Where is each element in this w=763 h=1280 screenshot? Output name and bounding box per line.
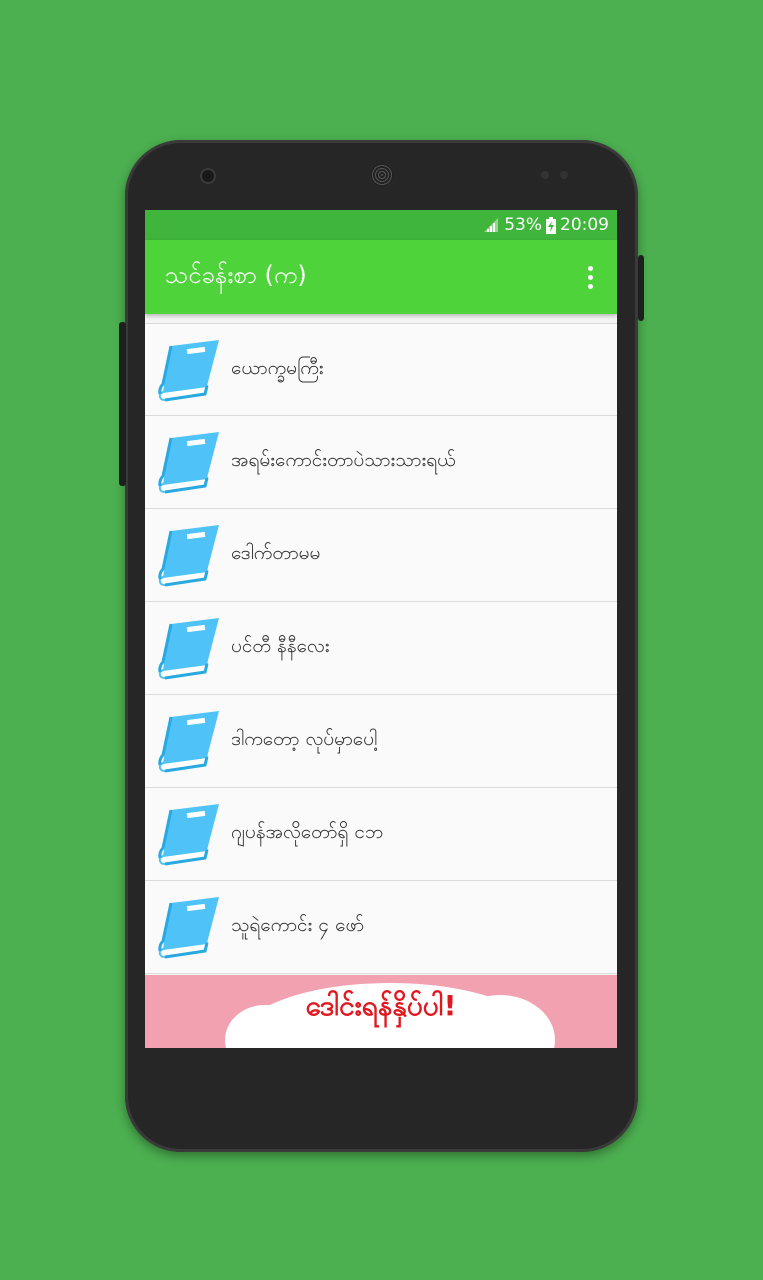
battery-percent: 53% bbox=[504, 215, 542, 235]
banner-text: ဒေါင်းရန်နှိပ်ပါ! bbox=[305, 989, 457, 1022]
list-item-label: ပင်တီ နီနီလေး bbox=[231, 635, 330, 657]
lesson-list: ယောက္ခမကြီး အရမ်းကောင်းတာပဲသားသားရယ် ဒေါ… bbox=[145, 323, 617, 974]
list-item-label: အရမ်းကောင်းတာပဲသားသားရယ် bbox=[231, 449, 456, 471]
status-bar: 53% 20:09 bbox=[145, 210, 617, 240]
screen: 53% 20:09 သင်ခန်းစာ (က) ယောက္ခမကြီး အရမ်… bbox=[145, 210, 617, 1048]
speaker-grille-icon bbox=[370, 163, 394, 187]
book-icon bbox=[158, 804, 219, 866]
app-bar: သင်ခန်းစာ (က) bbox=[145, 240, 617, 314]
sensor-icon bbox=[560, 171, 568, 179]
list-item[interactable]: အရမ်းကောင်းတာပဲသားသားရယ် bbox=[145, 416, 617, 509]
download-banner[interactable]: ဒေါင်းရန်နှိပ်ပါ! bbox=[145, 975, 617, 1048]
list-item-label: ဂျပန်အလိုတော်ရှိ ငဘ bbox=[231, 821, 384, 843]
app-title: သင်ခန်းစာ (က) bbox=[165, 261, 307, 289]
battery-charging-icon bbox=[546, 216, 556, 234]
list-item[interactable]: သူရဲကောင်း ၄ ဖော် bbox=[145, 881, 617, 974]
clock-time: 20:09 bbox=[560, 215, 609, 235]
book-icon bbox=[158, 525, 219, 587]
book-icon bbox=[158, 432, 219, 494]
book-icon bbox=[158, 897, 219, 959]
list-item[interactable]: ဂျပန်အလိုတော်ရှိ ငဘ bbox=[145, 788, 617, 881]
volume-button bbox=[119, 322, 126, 486]
list-item-label: ဒါကတော့ လုပ်မှာပေါ့ bbox=[231, 728, 378, 750]
overflow-menu-icon[interactable] bbox=[584, 262, 597, 293]
front-camera-icon bbox=[202, 170, 214, 182]
list-item[interactable]: ဒါကတော့ လုပ်မှာပေါ့ bbox=[145, 695, 617, 788]
list-item[interactable]: ပင်တီ နီနီလေး bbox=[145, 602, 617, 695]
list-item-label: သူရဲကောင်း ၄ ဖော် bbox=[231, 914, 365, 936]
list-item[interactable]: ယောက္ခမကြီး bbox=[145, 323, 617, 416]
power-button bbox=[638, 255, 644, 321]
book-icon bbox=[158, 711, 219, 773]
list-item-label: ယောက္ခမကြီး bbox=[231, 356, 324, 379]
list-item-label: ဒေါက်တာမမ bbox=[231, 542, 321, 564]
sensor-icon bbox=[541, 171, 549, 179]
list-item[interactable]: ဒေါက်တာမမ bbox=[145, 509, 617, 602]
signal-icon bbox=[484, 218, 499, 232]
book-icon bbox=[158, 339, 219, 401]
book-icon bbox=[158, 618, 219, 680]
